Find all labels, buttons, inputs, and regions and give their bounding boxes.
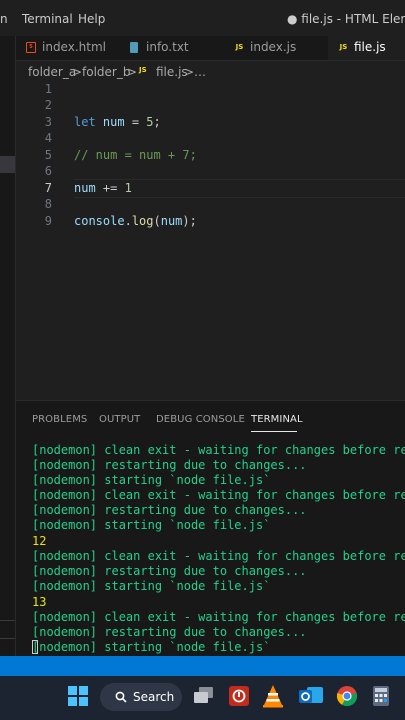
vlc-icon[interactable] (262, 684, 284, 708)
line-number: 8 (44, 197, 52, 211)
breadcrumb-separator: > (184, 65, 195, 79)
terminal-line: [nodemon] starting `node file.js` (32, 579, 271, 593)
line-number: 1 (44, 82, 52, 96)
tab-file-js[interactable]: JS file.js (328, 36, 405, 60)
taskbar-search-button[interactable]: Search (100, 683, 182, 711)
terminal-line: [nodemon] clean exit - waiting for chang… (32, 443, 405, 457)
chrome-icon[interactable] (336, 685, 358, 707)
breadcrumb-folder-a[interactable]: folder_a (28, 65, 76, 79)
outlook-icon[interactable] (298, 684, 324, 708)
tab-info-txt[interactable]: info.txt (120, 36, 224, 60)
line-number: 3 (44, 115, 52, 129)
js-file-icon: JS (235, 43, 244, 51)
breadcrumb: folder_a > folder_b > JS file.js > … (16, 61, 405, 83)
code-line[interactable]: console.log(num); (74, 214, 197, 228)
program-output-line: 12 (32, 534, 47, 548)
app-icon-red-box[interactable] (228, 685, 250, 707)
tab-label: info.txt (146, 40, 189, 54)
terminal-line: [nodemon] starting `node file.js` (32, 518, 271, 532)
calculator-icon[interactable] (372, 685, 390, 707)
js-file-icon: JS (139, 66, 147, 74)
panel-tab-problems[interactable]: PROBLEMS (32, 414, 87, 425)
terminal-line: [nodemon] restarting due to changes... (32, 625, 307, 639)
breadcrumb-separator: > (127, 65, 138, 79)
vscode-window: n Terminal Help ● file.js - HTML Element… (0, 0, 405, 676)
task-view-icon[interactable] (193, 686, 215, 706)
line-number: 4 (44, 131, 52, 145)
terminal-line: [nodemon] restarting due to changes... (32, 564, 307, 578)
tab-label: file.js (354, 40, 386, 54)
code-line[interactable]: num += 1 (74, 181, 132, 195)
activity-bar (0, 36, 16, 656)
tab-index-html[interactable]: 5 index.html (16, 36, 120, 60)
text-file-icon (130, 42, 138, 53)
search-icon (115, 691, 127, 703)
panel-tab-debug-console[interactable]: DEBUG CONSOLE (156, 414, 245, 425)
terminal-output[interactable]: [nodemon] clean exit - waiting for chang… (16, 443, 405, 656)
program-output-line: 13 (32, 595, 47, 609)
panel-tab-output[interactable]: OUTPUT (99, 414, 140, 425)
code-editor[interactable]: 1 2 3 4 5 6 7 8 9 let num = 5; // num = … (16, 82, 405, 400)
terminal-line: [nodemon] starting `node file.js` (32, 473, 271, 487)
terminal-line: [nodemon] clean exit - waiting for chang… (32, 610, 405, 624)
line-number: 5 (44, 148, 52, 162)
menu-bar: n Terminal Help ● file.js - HTML Element… (0, 0, 405, 36)
window-title: ● file.js - HTML Elements (287, 12, 405, 26)
windows-start-icon[interactable] (68, 686, 88, 706)
html-file-icon: 5 (26, 42, 36, 53)
terminal-line: [nodemon] starting `node file.js` (32, 640, 271, 654)
panel-tab-terminal[interactable]: TERMINAL (251, 414, 303, 425)
tab-label: index.html (42, 40, 106, 54)
menu-item-run[interactable]: n (0, 12, 8, 26)
tab-label: index.js (250, 40, 297, 54)
windows-taskbar: Search (0, 676, 405, 720)
terminal-line: [nodemon] clean exit - waiting for chang… (32, 488, 405, 502)
breadcrumb-separator: > (72, 65, 83, 79)
line-number-current: 7 (44, 181, 52, 195)
js-file-icon: JS (339, 43, 348, 51)
breadcrumb-folder-b[interactable]: folder_b (82, 65, 130, 79)
active-tab-indicator (251, 431, 297, 432)
menu-item-help[interactable]: Help (78, 12, 105, 26)
code-line[interactable]: let num = 5; (74, 115, 161, 129)
editor-tabs: 5 index.html info.txt JS index.js JS fil… (16, 36, 405, 61)
activity-divider (0, 638, 15, 639)
tab-index-js[interactable]: JS index.js (224, 36, 328, 60)
activity-divider (0, 620, 15, 621)
activity-selected-item[interactable] (0, 156, 15, 173)
terminal-line: [nodemon] clean exit - waiting for chang… (32, 549, 405, 563)
status-bar[interactable] (0, 656, 405, 676)
line-number: 9 (44, 214, 52, 228)
menu-item-terminal[interactable]: Terminal (22, 12, 73, 26)
code-line[interactable]: // num = num + 7; (74, 148, 197, 162)
line-number: 2 (44, 98, 52, 112)
line-number: 6 (44, 164, 52, 178)
terminal-cursor (32, 640, 38, 654)
terminal-line: [nodemon] restarting due to changes... (32, 503, 307, 517)
search-label: Search (133, 690, 175, 704)
breadcrumb-more[interactable]: … (194, 65, 206, 79)
breadcrumb-file[interactable]: file.js (156, 65, 188, 79)
terminal-line: [nodemon] restarting due to changes... (32, 458, 307, 472)
